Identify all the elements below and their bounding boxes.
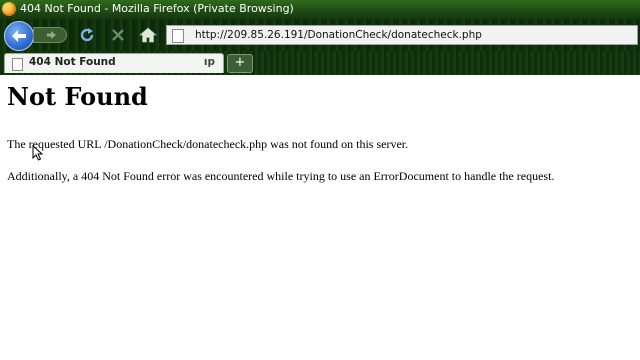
tab-404-not-found[interactable]: 404 Not Found ıp	[4, 53, 224, 73]
stop-button[interactable]	[109, 26, 127, 44]
tab-favicon-icon	[12, 58, 23, 71]
back-button[interactable]	[4, 21, 34, 51]
window-title: 404 Not Found - Mozilla Firefox (Private…	[20, 2, 294, 15]
window-titlebar: 404 Not Found - Mozilla Firefox (Private…	[0, 0, 640, 19]
additional-error-message: Additionally, a 404 Not Found error was …	[7, 169, 555, 183]
error-message: The requested URL /DonationCheck/donatec…	[7, 137, 409, 151]
reload-button[interactable]	[78, 26, 96, 44]
page-icon	[172, 29, 184, 43]
page-title: Not Found	[7, 82, 148, 111]
tab-title: 404 Not Found	[29, 56, 116, 68]
address-url[interactable]: http://209.85.26.191/DonationCheck/donat…	[195, 28, 482, 42]
home-icon	[139, 27, 157, 43]
forward-button[interactable]	[33, 27, 67, 43]
home-button[interactable]	[139, 26, 157, 44]
new-tab-button[interactable]: +	[227, 54, 253, 73]
tab-title-overlap: ıp	[203, 56, 215, 68]
back-arrow-icon	[12, 30, 26, 42]
firefox-logo-icon	[2, 2, 16, 16]
mouse-cursor-icon	[32, 145, 44, 161]
address-bar[interactable]: http://209.85.26.191/DonationCheck/donat…	[166, 25, 638, 45]
reload-icon	[80, 28, 94, 42]
page-content: Not Found The requested URL /DonationChe…	[0, 75, 640, 360]
stop-icon	[112, 29, 124, 41]
forward-arrow-icon	[47, 31, 56, 39]
